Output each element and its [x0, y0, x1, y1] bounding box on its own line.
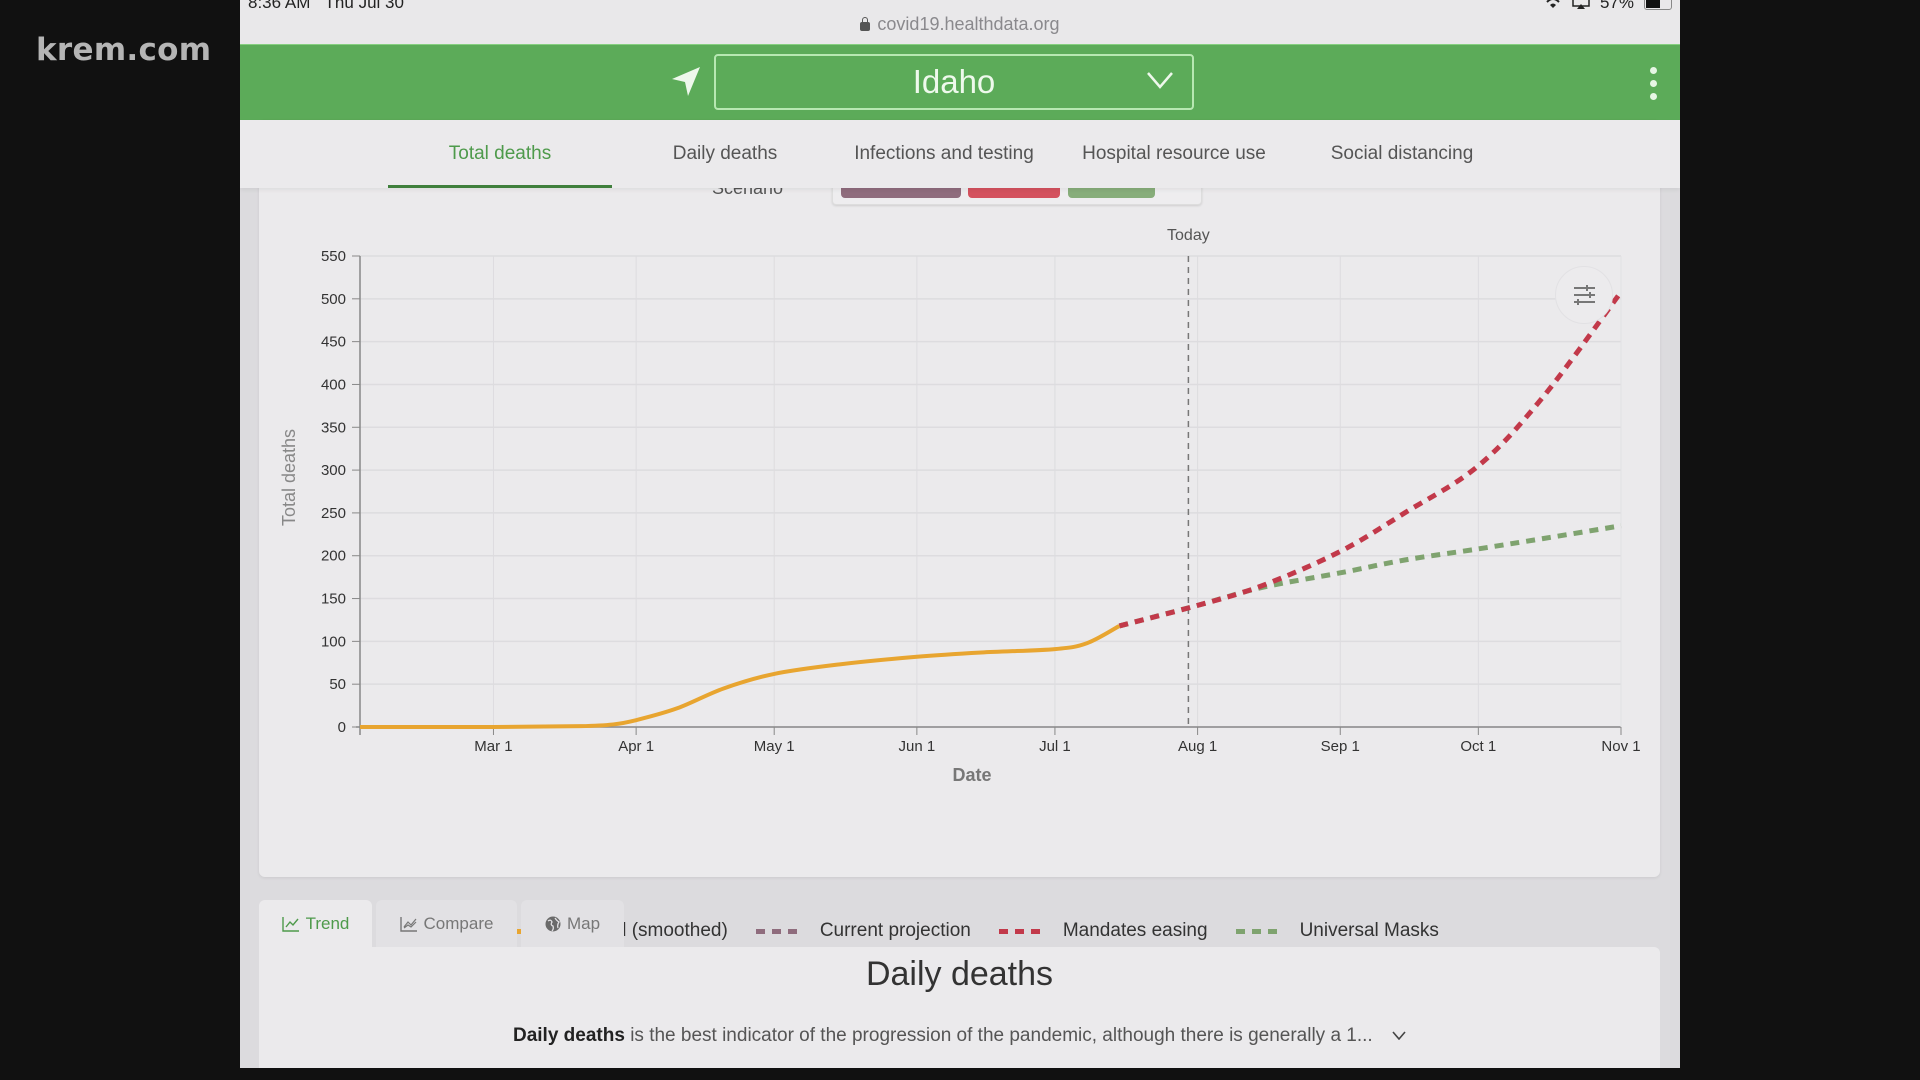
battery-percent: 57%: [1599, 0, 1634, 12]
y-tick-label: 250: [321, 505, 346, 522]
x-tick-label: Jun 1: [899, 738, 936, 755]
legend-label: Mandates easing: [1062, 920, 1208, 941]
view-tab-map[interactable]: Map: [521, 900, 624, 948]
region-dropdown[interactable]: Idaho: [714, 54, 1194, 110]
sliders-icon: [1574, 285, 1595, 305]
x-tick-label: May 1: [754, 738, 795, 755]
y-tick-label: 50: [329, 676, 346, 693]
y-tick-label: 400: [321, 376, 346, 393]
x-tick-label: Jul 1: [1039, 738, 1071, 755]
y-axis-label: Total deaths: [279, 429, 299, 526]
legend-item[interactable]: Universal Masks: [1235, 920, 1439, 942]
series-line-universal-masks: [1118, 523, 1622, 629]
y-tick-label: 150: [321, 591, 346, 608]
y-tick-label: 500: [321, 291, 346, 308]
view-tab-compare[interactable]: Compare: [376, 900, 517, 948]
tab-total-deaths[interactable]: Total deaths: [388, 120, 612, 188]
legend-label: Current projection: [819, 920, 971, 941]
metric-tabs: Total deaths Daily deaths Infections and…: [240, 120, 1680, 188]
chevron-down-icon: [1147, 72, 1173, 89]
legend-swatch: [755, 928, 798, 934]
y-tick-label: 100: [321, 633, 346, 650]
battery-icon: [1644, 0, 1672, 10]
watermark: krem.com: [36, 32, 212, 68]
x-tick-label: Sep 1: [1321, 738, 1360, 755]
region-name: Idaho: [912, 63, 996, 100]
section-title: Daily deaths: [865, 955, 1054, 993]
legend-swatch: [998, 928, 1041, 934]
app-header: Idaho: [240, 44, 1680, 121]
globe-icon: [545, 916, 561, 932]
y-tick-label: 300: [321, 462, 346, 479]
url-text: covid19.healthdata.org: [877, 14, 1060, 34]
status-icons: 57%: [1544, 0, 1672, 13]
x-tick-label: Mar 1: [474, 738, 512, 755]
y-tick-label: 550: [321, 248, 346, 265]
x-axis-label: Date: [952, 765, 991, 785]
y-tick-label: 200: [321, 548, 346, 565]
expand-chevron-icon[interactable]: [1392, 1031, 1406, 1040]
x-tick-label: Oct 1: [1460, 738, 1496, 755]
y-tick-label: 0: [338, 719, 346, 736]
compare-chart-icon: [399, 917, 417, 932]
total-deaths-chart: 0 50 100 150 200 250 300 350 400 450 500 550 Mar 1 Ap…: [279, 227, 1641, 785]
location-arrow-icon[interactable]: [670, 65, 702, 99]
airplay-icon: [1572, 0, 1590, 9]
kebab-menu-icon[interactable]: [1648, 67, 1658, 103]
view-tab-trend[interactable]: Trend: [259, 900, 372, 950]
x-tick-label: Nov 1: [1601, 738, 1640, 755]
lock-icon: [860, 17, 871, 31]
wifi-icon: [1546, 0, 1560, 8]
address-bar[interactable]: covid19.healthdata.org: [240, 14, 1680, 35]
legend-item[interactable]: Mandates easing: [998, 920, 1208, 942]
x-tick-label: Aug 1: [1178, 738, 1217, 755]
line-chart-icon: [281, 917, 299, 932]
legend-item[interactable]: Current projection: [755, 920, 971, 942]
tab-infections-testing[interactable]: Infections and testing: [830, 120, 1058, 188]
today-label: Today: [1167, 227, 1210, 244]
ipad-screen: 8:36 AM Thu Jul 30 57% covid19.healthdat…: [240, 0, 1680, 1068]
tab-social-distancing[interactable]: Social distancing: [1302, 120, 1502, 188]
section-card: Daily deaths Daily deaths is the best in…: [259, 947, 1660, 1068]
legend-swatch: [1235, 928, 1278, 934]
y-tick-label: 350: [321, 419, 346, 436]
x-tick-label: Apr 1: [618, 738, 654, 755]
legend-label: Universal Masks: [1299, 920, 1439, 941]
section-description: Daily deaths is the best indicator of th…: [259, 1025, 1660, 1047]
tab-hospital-resource-use[interactable]: Hospital resource use: [1062, 120, 1286, 188]
y-tick-label: 450: [321, 334, 346, 351]
chart-card: 0 50 100 150 200 250 300 350 400 450 500 550 Mar 1 Ap…: [259, 120, 1660, 981]
tab-daily-deaths[interactable]: Daily deaths: [625, 120, 825, 188]
status-bar: 8:36 AM Thu Jul 30 57% covid19.healthdat…: [240, 0, 1680, 44]
chart-settings-button[interactable]: [1555, 266, 1613, 324]
status-time: 8:36 AM Thu Jul 30: [248, 0, 404, 12]
